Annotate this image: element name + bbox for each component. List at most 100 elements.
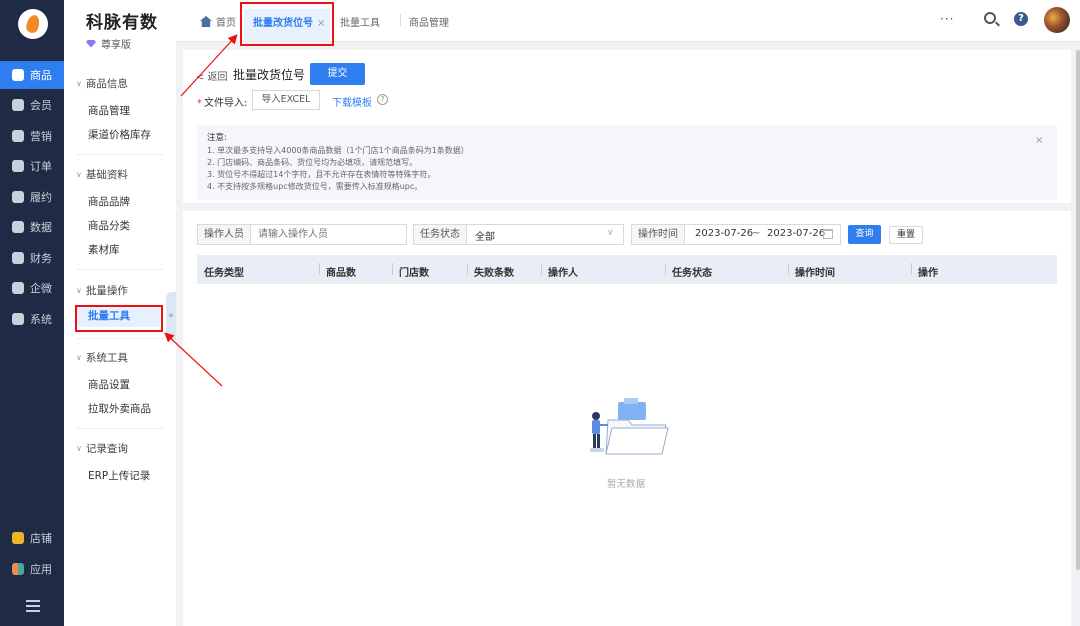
sidebar-group-sys-tools[interactable]: ∨ 系统工具: [76, 350, 128, 365]
rail-item-wecom[interactable]: 企微: [0, 274, 64, 302]
empty-state-illustration: [590, 398, 669, 455]
column-header-task-status: 任务状态: [672, 268, 712, 279]
close-icon[interactable]: ×: [317, 18, 325, 29]
collapse-sidebar-button[interactable]: «: [166, 292, 176, 340]
column-header-action: 操作: [918, 268, 938, 279]
sidebar-item-goods-setting[interactable]: 商品设置: [88, 377, 130, 392]
app-logo[interactable]: [18, 9, 48, 39]
sidebar-item-brand[interactable]: 商品品牌: [88, 194, 130, 209]
column-divider: [541, 263, 542, 275]
rail-item-finance[interactable]: 财务: [0, 244, 64, 272]
help-icon[interactable]: ?: [1014, 12, 1028, 26]
reset-button[interactable]: 重置: [889, 226, 923, 244]
rail-item-label: 履约: [30, 191, 52, 204]
rail-item-label: 系统: [30, 313, 52, 326]
apps-icon: [12, 563, 24, 575]
rail-item-delivery[interactable]: 履约: [0, 183, 64, 211]
empty-state-text: 暂无数据: [607, 479, 646, 490]
tab-label: 批量改货位号: [253, 18, 313, 29]
home-icon: [200, 16, 212, 27]
rail-item-apps[interactable]: 应用: [0, 555, 64, 583]
tab-batch-tool[interactable]: 批量工具: [340, 14, 380, 29]
rail-item-system[interactable]: 系统: [0, 305, 64, 333]
chevron-down-icon: ∨: [76, 444, 82, 453]
rail-item-member[interactable]: 会员: [0, 91, 64, 119]
rail-item-label: 会员: [30, 99, 52, 112]
divider: [76, 428, 164, 429]
group-title: 记录查询: [85, 443, 128, 455]
close-icon[interactable]: ×: [1035, 135, 1043, 146]
tab-batch-location[interactable]: 批量改货位号 ×: [244, 9, 330, 41]
brand-name: 科脉有数: [86, 13, 158, 33]
question-icon[interactable]: ?: [377, 94, 388, 105]
column-header-store-count: 门店数: [399, 268, 429, 279]
store-icon: [12, 532, 24, 544]
back-link[interactable]: < 返回: [196, 68, 228, 83]
sidebar-item-goods-manage[interactable]: 商品管理: [88, 103, 130, 118]
date-start[interactable]: 2023-07-26: [695, 228, 753, 239]
rail-item-order[interactable]: 订单: [0, 152, 64, 180]
column-header-op-time: 操作时间: [795, 268, 835, 279]
avatar[interactable]: [1044, 7, 1070, 33]
column-header-fail-count: 失败条数: [474, 268, 514, 279]
file-import-label: * 文件导入:: [197, 94, 247, 109]
tab-home[interactable]: 首页: [200, 14, 236, 29]
sidebar-group-goods-info[interactable]: ∨ 商品信息: [76, 76, 128, 91]
wecom-icon: [12, 282, 24, 294]
calendar-icon[interactable]: [823, 229, 833, 239]
tab-label: 首页: [216, 18, 236, 29]
sidebar-item-channel-price[interactable]: 渠道价格库存: [88, 127, 151, 142]
download-template-link[interactable]: 下载模板: [332, 94, 372, 109]
sidebar-item-batch-tool[interactable]: 批量工具: [76, 305, 160, 327]
edition-badge: 尊享版: [86, 36, 131, 51]
import-excel-button[interactable]: 导入EXCEL: [252, 90, 320, 110]
marketing-icon: [12, 130, 24, 142]
rail-item-label: 数据: [30, 221, 52, 234]
date-end[interactable]: 2023-07-26: [767, 228, 825, 239]
rail-item-label: 营销: [30, 130, 52, 143]
sidebar-item-category[interactable]: 商品分类: [88, 218, 130, 233]
sidebar-group-batch[interactable]: ∨ 批量操作: [76, 283, 128, 298]
rail-item-marketing[interactable]: 营销: [0, 122, 64, 150]
chevron-down-icon: ∨: [76, 79, 82, 88]
sidebar-item-erp-log[interactable]: ERP上传记录: [88, 468, 150, 483]
rail-item-goods[interactable]: 商品: [0, 61, 64, 89]
finance-icon: [12, 252, 24, 264]
status-select-value: 全部: [475, 232, 495, 243]
sidebar-item-takeout[interactable]: 拉取外卖商品: [88, 401, 151, 416]
query-button[interactable]: 查询: [848, 225, 881, 244]
group-title: 系统工具: [85, 352, 128, 364]
tab-goods-manage[interactable]: 商品管理: [409, 14, 449, 29]
logo-mark: [24, 13, 42, 35]
status-filter-label: 任务状态: [413, 224, 467, 245]
diamond-icon: [86, 39, 96, 48]
notice-line: 4. 不支持按多规格upc修改货位号，需要传入标准规格upc。: [207, 182, 423, 191]
column-header-goods-count: 商品数: [326, 268, 356, 279]
rail-item-data[interactable]: 数据: [0, 213, 64, 241]
hamburger-menu-icon[interactable]: [26, 600, 40, 612]
rail-item-store[interactable]: 店铺: [0, 524, 64, 552]
sidebar-item-material[interactable]: 素材库: [88, 242, 120, 257]
column-divider: [319, 263, 320, 275]
rail-item-label: 店铺: [30, 532, 52, 545]
search-icon[interactable]: [984, 12, 996, 24]
sidebar-group-basic-data[interactable]: ∨ 基础资料: [76, 167, 128, 182]
time-filter-label: 操作时间: [631, 224, 685, 245]
divider: [76, 338, 164, 339]
more-icon[interactable]: ···: [940, 12, 954, 26]
rail-item-label: 应用: [30, 563, 52, 576]
edition-label: 尊享版: [101, 40, 131, 51]
divider: [76, 269, 164, 270]
column-header-operator: 操作人: [548, 268, 578, 279]
chevron-down-icon: ∨: [76, 353, 82, 362]
order-icon: [12, 160, 24, 172]
operator-filter-label: 操作人员: [197, 224, 251, 245]
delivery-icon: [12, 191, 24, 203]
sidebar-group-records[interactable]: ∨ 记录查询: [76, 441, 128, 456]
data-icon: [12, 221, 24, 233]
column-header-task-type: 任务类型: [204, 268, 244, 279]
column-divider: [392, 263, 393, 275]
submit-button[interactable]: 提交: [310, 63, 365, 85]
page-scrollbar[interactable]: [1076, 50, 1080, 570]
operator-input[interactable]: [250, 224, 407, 245]
